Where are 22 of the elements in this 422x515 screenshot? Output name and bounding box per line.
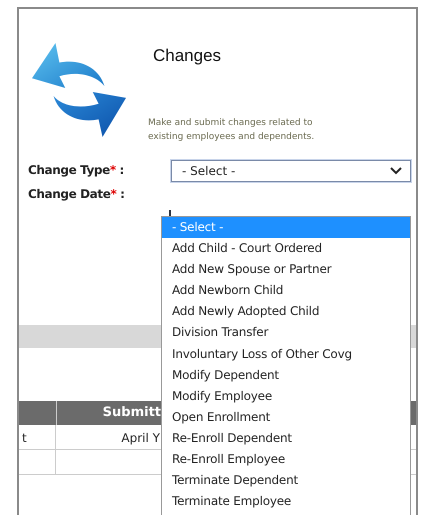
dropdown-option[interactable]: Open Enrollment xyxy=(162,406,410,428)
column-header: Submitt xyxy=(102,405,161,420)
dropdown-option[interactable]: Terminate Employee xyxy=(162,491,410,512)
page-description: Make and submit changes related to existing employees and dependents. xyxy=(148,117,316,144)
change-type-select[interactable]: - Select - xyxy=(171,160,411,182)
dropdown-option[interactable]: Add Child - Court Ordered xyxy=(162,238,410,260)
dropdown-option[interactable]: Add Newborn Child xyxy=(162,280,410,302)
chevron-down-icon xyxy=(390,167,402,175)
field-label: Change Type* : xyxy=(28,163,124,177)
page-title: Changes xyxy=(153,46,222,67)
table-cell: April Y xyxy=(121,431,160,445)
field-label: Change Date* : xyxy=(28,187,125,201)
dropdown-option[interactable]: Re-Enroll Dependent xyxy=(162,428,410,450)
table-cell: t xyxy=(22,431,27,445)
dropdown-option[interactable]: Terminate Dependent xyxy=(162,470,410,492)
dropdown-option[interactable]: Add Newly Adopted Child xyxy=(162,301,410,322)
dropdown-option[interactable]: Modify Employee xyxy=(162,386,410,407)
dropdown-option[interactable]: Add New Spouse or Partner xyxy=(162,259,410,280)
dropdown-option[interactable]: Re-Enroll Employee xyxy=(162,449,410,470)
dropdown-option[interactable]: Modify Dependent xyxy=(162,364,410,386)
dropdown-option[interactable]: Division Transfer xyxy=(162,322,410,344)
dropdown-option[interactable]: Involuntary Loss of Other Covg xyxy=(162,344,410,365)
